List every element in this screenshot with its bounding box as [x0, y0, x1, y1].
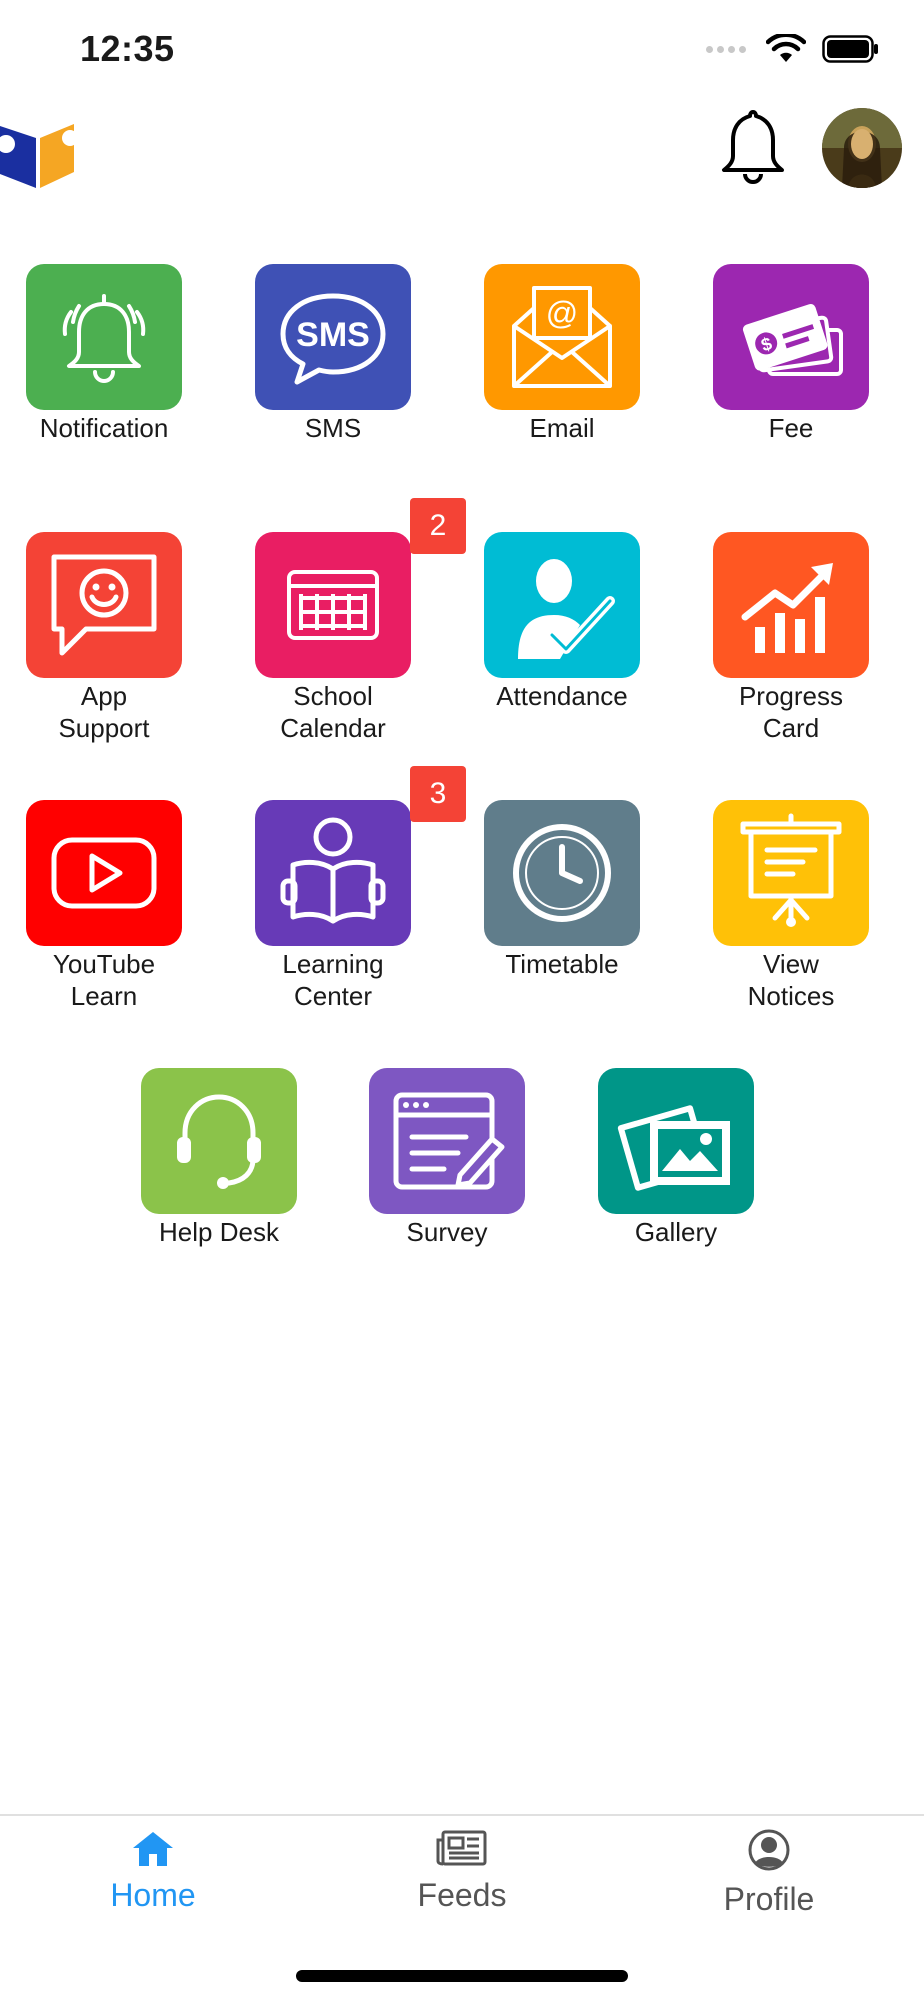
- tile-icon-bg: [26, 532, 182, 678]
- tile-icon-bg: [713, 800, 869, 946]
- tile-label: Notification: [39, 413, 169, 443]
- tile-learning-center[interactable]: 3 Learning Center: [218, 766, 466, 1012]
- tab-label: Home: [110, 1877, 196, 1913]
- wifi-icon: [766, 34, 806, 62]
- profile-icon: [748, 1829, 790, 1871]
- tile-label: Learning Center: [282, 949, 384, 1011]
- status-bar: 12:35: [0, 0, 924, 96]
- payment-cards-icon: $: [742, 303, 843, 376]
- calendar-icon: [287, 570, 379, 640]
- tile-icon-bg: [484, 532, 640, 678]
- school-logo: [0, 124, 78, 188]
- home-icon: [133, 1832, 173, 1866]
- tab-label: Feeds: [417, 1877, 507, 1913]
- photos-icon: [617, 1105, 730, 1191]
- tile-attendance[interactable]: Attendance: [447, 532, 677, 712]
- tile-label: YouTube Learn: [52, 949, 156, 1011]
- tile-notification[interactable]: Notification: [0, 264, 219, 444]
- survey-form-icon: [393, 1092, 505, 1190]
- tile-icon-bg: $: [713, 264, 869, 410]
- reader-icon: [280, 817, 386, 924]
- envelope-icon: @: [512, 286, 612, 388]
- notifications-bell-button[interactable]: [718, 106, 788, 191]
- tile-label: SMS: [304, 413, 362, 443]
- play-icon: [51, 837, 157, 909]
- bell-icon: [722, 110, 784, 184]
- smiley-chat-icon: [51, 554, 157, 656]
- svg-text:@: @: [546, 295, 578, 331]
- growth-chart-icon: [741, 563, 833, 653]
- clock-icon: [513, 824, 611, 922]
- headset-icon: [177, 1094, 261, 1189]
- tab-feeds[interactable]: Feeds: [362, 1828, 562, 1914]
- tile-icon-bg: [369, 1068, 525, 1214]
- status-time: 12:35: [80, 28, 175, 69]
- tile-survey[interactable]: Survey: [332, 1068, 562, 1248]
- tile-icon-bg: 3: [255, 766, 466, 946]
- tile-icon-bg: 2: [255, 498, 466, 678]
- tile-sms[interactable]: SMS SMS: [218, 264, 448, 444]
- tile-timetable[interactable]: Timetable: [447, 800, 677, 980]
- tile-youtube-learn[interactable]: YouTube Learn: [0, 800, 219, 1012]
- tab-home[interactable]: Home: [53, 1828, 253, 1914]
- tile-label: School Calendar: [280, 681, 386, 743]
- sms-bubble-icon: SMS: [280, 293, 386, 385]
- battery-icon: [822, 35, 878, 63]
- tile-email[interactable]: @ Email: [447, 264, 677, 444]
- tile-view-notices[interactable]: View Notices: [676, 800, 906, 1012]
- tile-label: Attendance: [496, 681, 628, 711]
- tile-progress-card[interactable]: Progress Card: [676, 532, 906, 744]
- bell-icon: [62, 294, 146, 383]
- tile-label: Fee: [768, 413, 814, 443]
- signal-icon: [706, 45, 746, 53]
- tile-icon-bg: [26, 800, 182, 946]
- presentation-board-icon: [740, 813, 842, 927]
- tile-help-desk[interactable]: Help Desk: [104, 1068, 334, 1248]
- tile-icon-bg: [141, 1068, 297, 1214]
- home-indicator: [296, 1970, 628, 1982]
- tile-app-support[interactable]: App Support: [0, 532, 219, 744]
- svg-text:SMS: SMS: [296, 316, 370, 354]
- newspaper-icon: [436, 1830, 487, 1866]
- tile-icon-bg: [26, 264, 182, 410]
- tile-icon-bg: @: [484, 264, 640, 410]
- tile-label: Gallery: [634, 1217, 718, 1247]
- tile-label: Progress Card: [738, 681, 844, 743]
- tile-fee[interactable]: $ Fee: [676, 264, 906, 444]
- tile-label: App Support: [58, 681, 150, 743]
- app-header: [0, 96, 924, 206]
- tile-icon-bg: [598, 1068, 754, 1214]
- tile-label: Email: [529, 413, 595, 443]
- tile-icon-bg: SMS: [255, 264, 411, 410]
- tile-icon-bg: [713, 532, 869, 678]
- tab-label: Profile: [723, 1881, 815, 1917]
- tile-school-calendar[interactable]: 2 School Calendar: [218, 498, 466, 744]
- tab-profile[interactable]: Profile: [669, 1828, 869, 1918]
- tile-gallery[interactable]: Gallery: [561, 1068, 791, 1248]
- tile-label: View Notices: [747, 949, 835, 1011]
- status-icons: [706, 34, 880, 64]
- tile-label: Timetable: [505, 949, 619, 979]
- profile-avatar[interactable]: [822, 108, 902, 188]
- person-check-icon: [518, 559, 615, 659]
- tile-label: Help Desk: [159, 1217, 279, 1247]
- tile-icon-bg: [484, 800, 640, 946]
- tile-label: Survey: [406, 1217, 488, 1247]
